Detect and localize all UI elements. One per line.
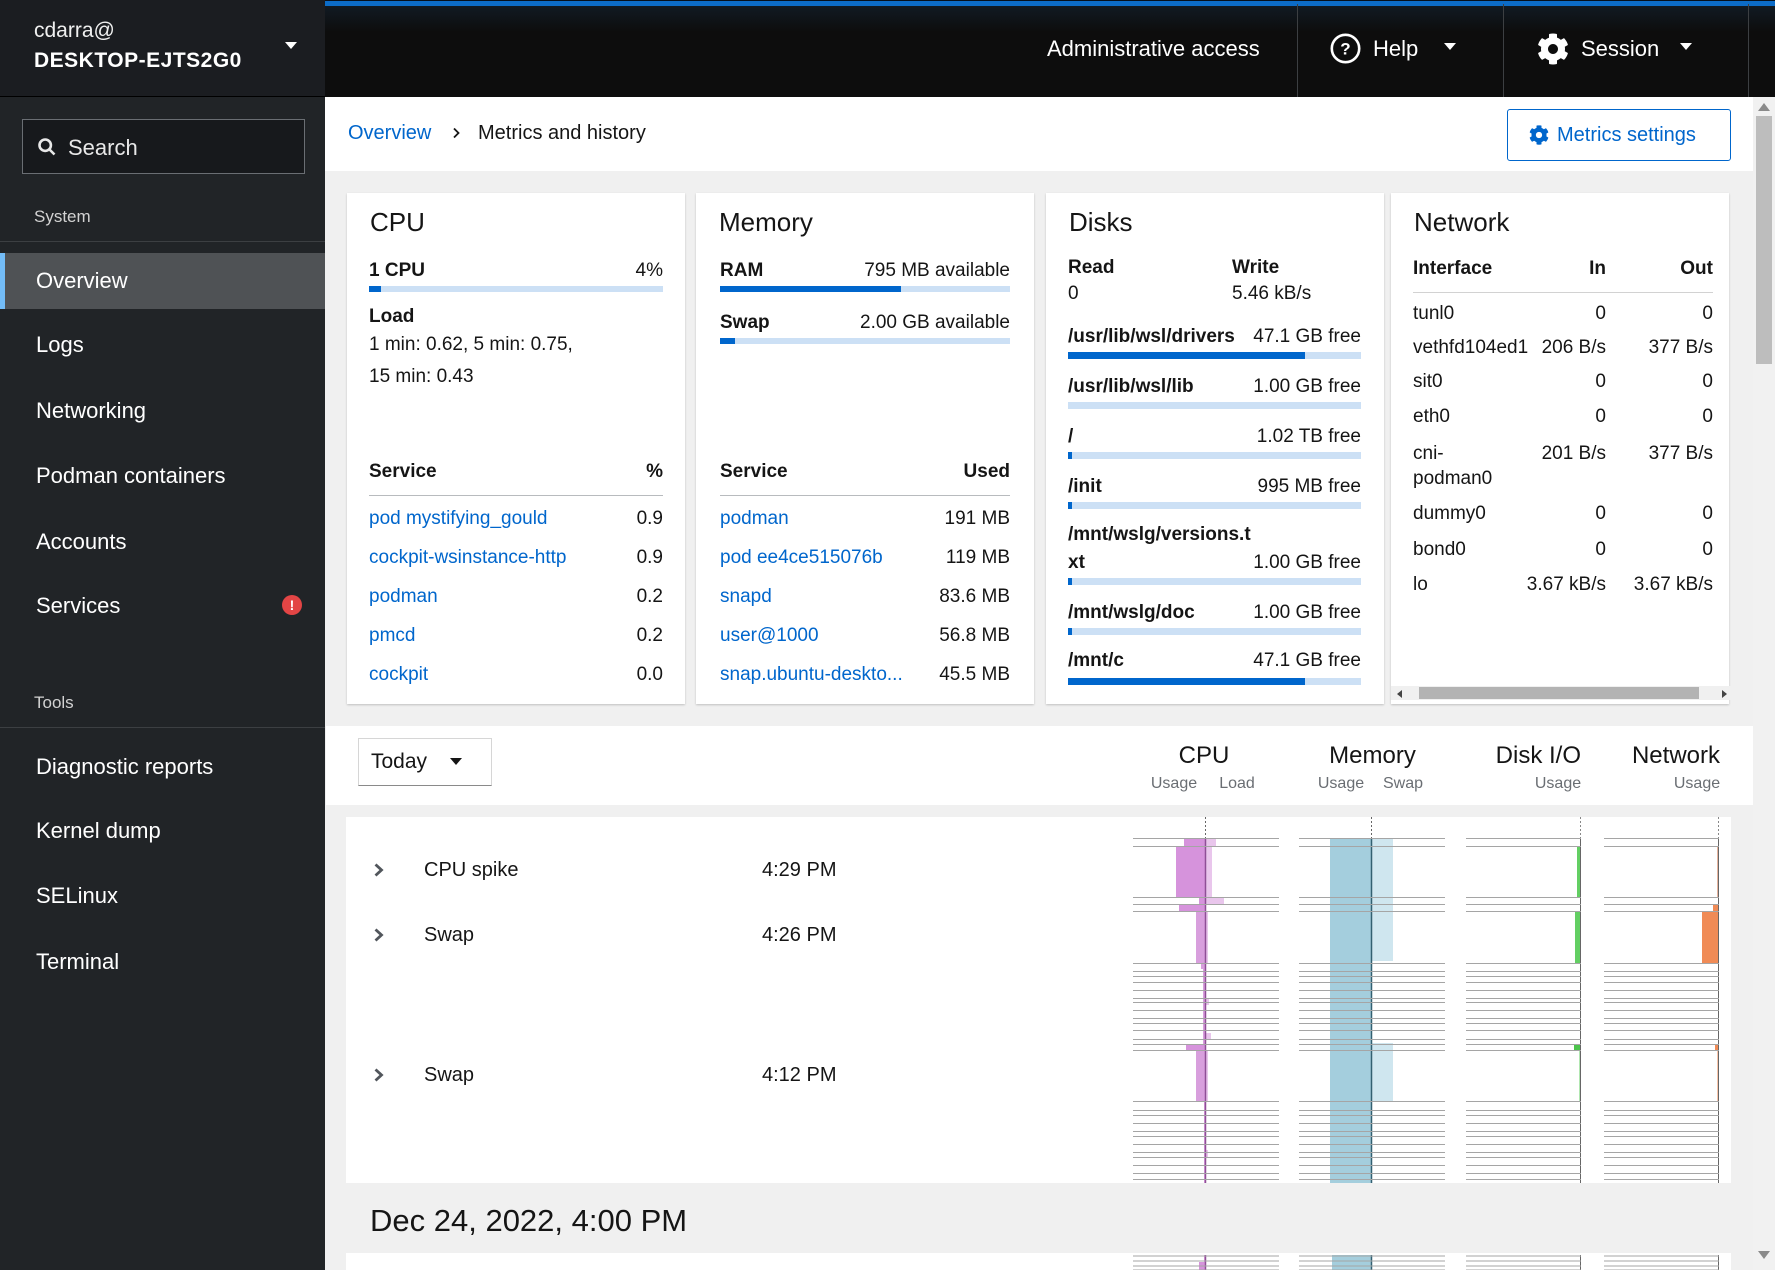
svg-text:?: ?: [1340, 40, 1350, 59]
